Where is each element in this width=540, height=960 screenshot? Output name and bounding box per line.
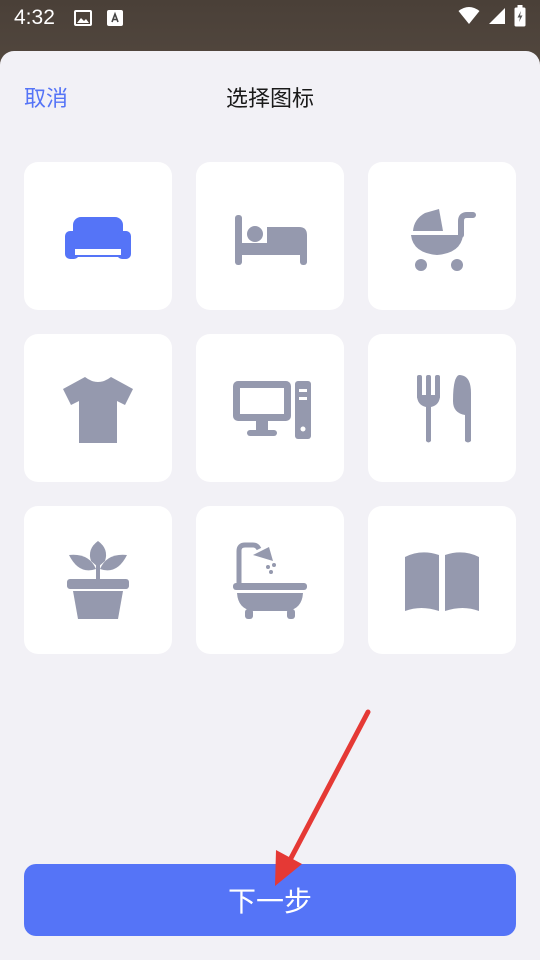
icon-option-computer[interactable]	[196, 334, 344, 482]
bathtub-icon	[233, 542, 307, 619]
fork-knife-icon	[417, 375, 471, 443]
status-bar: 4:32	[0, 0, 540, 36]
stroller-icon	[411, 209, 476, 271]
next-step-button[interactable]: 下一步	[24, 864, 516, 936]
icon-option-sofa[interactable]	[24, 162, 172, 310]
sheet-header: 取消 选择图标	[0, 51, 540, 143]
app-notification-icon	[105, 8, 125, 28]
icon-option-tshirt[interactable]	[24, 334, 172, 482]
icon-option-cutlery[interactable]	[368, 334, 516, 482]
status-time: 4:32	[14, 6, 55, 29]
battery-icon	[514, 5, 526, 31]
tshirt-icon	[63, 377, 133, 443]
potted-plant-icon	[67, 541, 129, 619]
desktop-computer-icon	[233, 381, 311, 439]
icon-option-book[interactable]	[368, 506, 516, 654]
wifi-icon	[458, 7, 480, 29]
cellular-signal-icon	[488, 7, 506, 29]
book-icon	[405, 552, 479, 611]
sofa-icon	[65, 217, 131, 259]
page-title: 选择图标	[225, 87, 314, 112]
icon-picker-sheet: 取消 选择图标 下一步	[0, 51, 540, 960]
icon-option-plant[interactable]	[24, 506, 172, 654]
icon-option-stroller[interactable]	[368, 162, 516, 310]
bed-icon	[235, 215, 307, 265]
icon-grid	[24, 162, 516, 654]
icon-option-bathtub[interactable]	[196, 506, 344, 654]
image-notification-icon	[73, 8, 93, 28]
icon-option-bed[interactable]	[196, 162, 344, 310]
